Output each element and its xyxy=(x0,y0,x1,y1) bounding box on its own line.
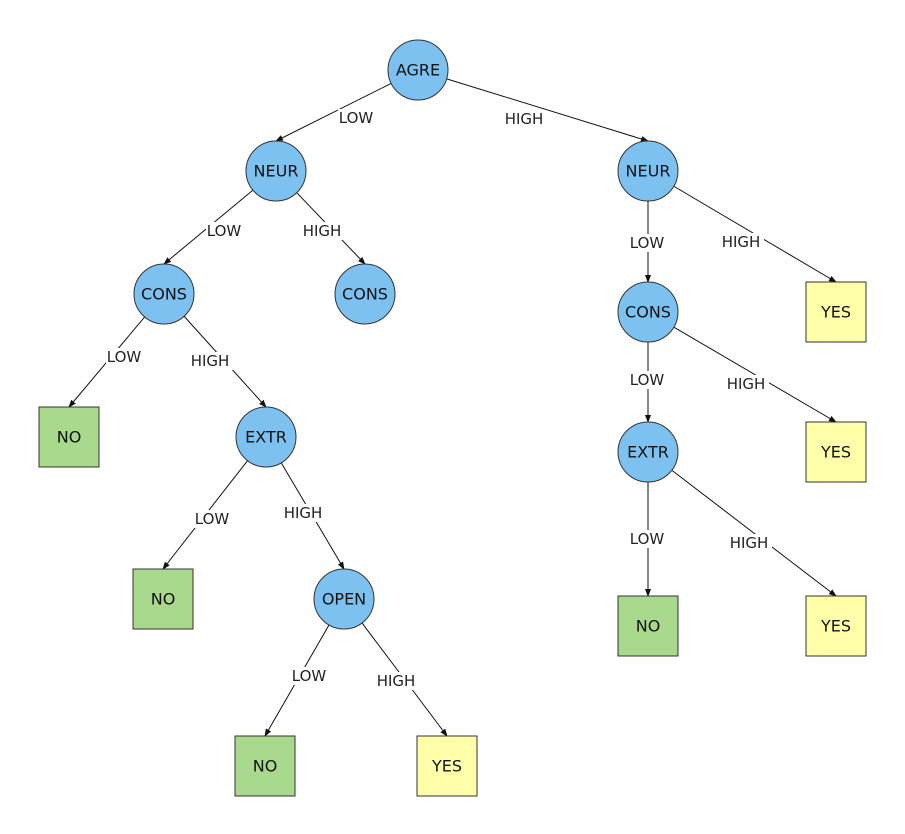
decision-tree: LOW HIGH LOW HIGH LOW HIGH LOW HIGH LOW HIGH LOW HI… xyxy=(38,39,867,797)
edge-label-high: HIGH xyxy=(303,222,342,240)
attribute-node-neur1: NEUR xyxy=(245,140,307,202)
leaf-node-yes1: YES xyxy=(416,735,478,797)
node-label: NO xyxy=(636,617,661,636)
edge-label-low: LOW xyxy=(630,371,665,389)
leaf-node-yes4: YES xyxy=(805,595,867,657)
node-label: NEUR xyxy=(254,162,299,181)
leaf-node-yes2: YES xyxy=(805,281,867,343)
node-label: NEUR xyxy=(626,162,671,181)
leaf-node-no3: NO xyxy=(234,735,296,797)
node-label: YES xyxy=(431,757,462,776)
leaf-node-no1: NO xyxy=(38,406,100,468)
node-label: NO xyxy=(253,757,278,776)
node-label: CONS xyxy=(625,303,671,322)
edge-label-high: HIGH xyxy=(191,352,230,370)
attribute-node-extr1: EXTR xyxy=(235,406,297,468)
attribute-node-open1: OPEN xyxy=(313,568,375,630)
node-label: CONS xyxy=(342,285,388,304)
edge-label-low: LOW xyxy=(630,234,665,252)
edge-label-low: LOW xyxy=(107,348,142,366)
leaf-node-yes3: YES xyxy=(805,421,867,483)
node-label: CONS xyxy=(141,285,187,304)
attribute-node-cons2: CONS xyxy=(334,263,396,325)
node-label: NO xyxy=(151,590,176,609)
node-label: EXTR xyxy=(245,428,287,447)
edge-label-high: HIGH xyxy=(727,375,766,393)
attribute-node-neur2: NEUR xyxy=(617,140,679,202)
attribute-node-cons3: CONS xyxy=(617,281,679,343)
edge-label-low: LOW xyxy=(630,530,665,548)
node-label: YES xyxy=(820,617,851,636)
edge-label-low: LOW xyxy=(195,510,230,528)
edge-label-low: LOW xyxy=(292,667,327,685)
node-label: OPEN xyxy=(322,590,366,609)
edge-label-low: LOW xyxy=(207,222,242,240)
edge-label-high: HIGH xyxy=(730,534,769,552)
leaf-node-no2: NO xyxy=(132,568,194,630)
node-label: NO xyxy=(57,428,82,447)
node-label: EXTR xyxy=(627,443,669,462)
edge-label-low: LOW xyxy=(339,109,374,127)
node-label: YES xyxy=(820,303,851,322)
edge-label-high: HIGH xyxy=(377,672,416,690)
attribute-node-extr2: EXTR xyxy=(617,421,679,483)
leaf-node-no4: NO xyxy=(617,595,679,657)
edge-label-high: HIGH xyxy=(505,110,544,128)
edge-agre-neur2 xyxy=(446,78,649,142)
attribute-node-agre: AGRE xyxy=(387,39,449,101)
attribute-node-cons1: CONS xyxy=(133,263,195,325)
edge-label-high: HIGH xyxy=(284,504,323,522)
edge-label-high: HIGH xyxy=(722,233,761,251)
node-label: YES xyxy=(820,443,851,462)
node-label: AGRE xyxy=(396,61,440,80)
